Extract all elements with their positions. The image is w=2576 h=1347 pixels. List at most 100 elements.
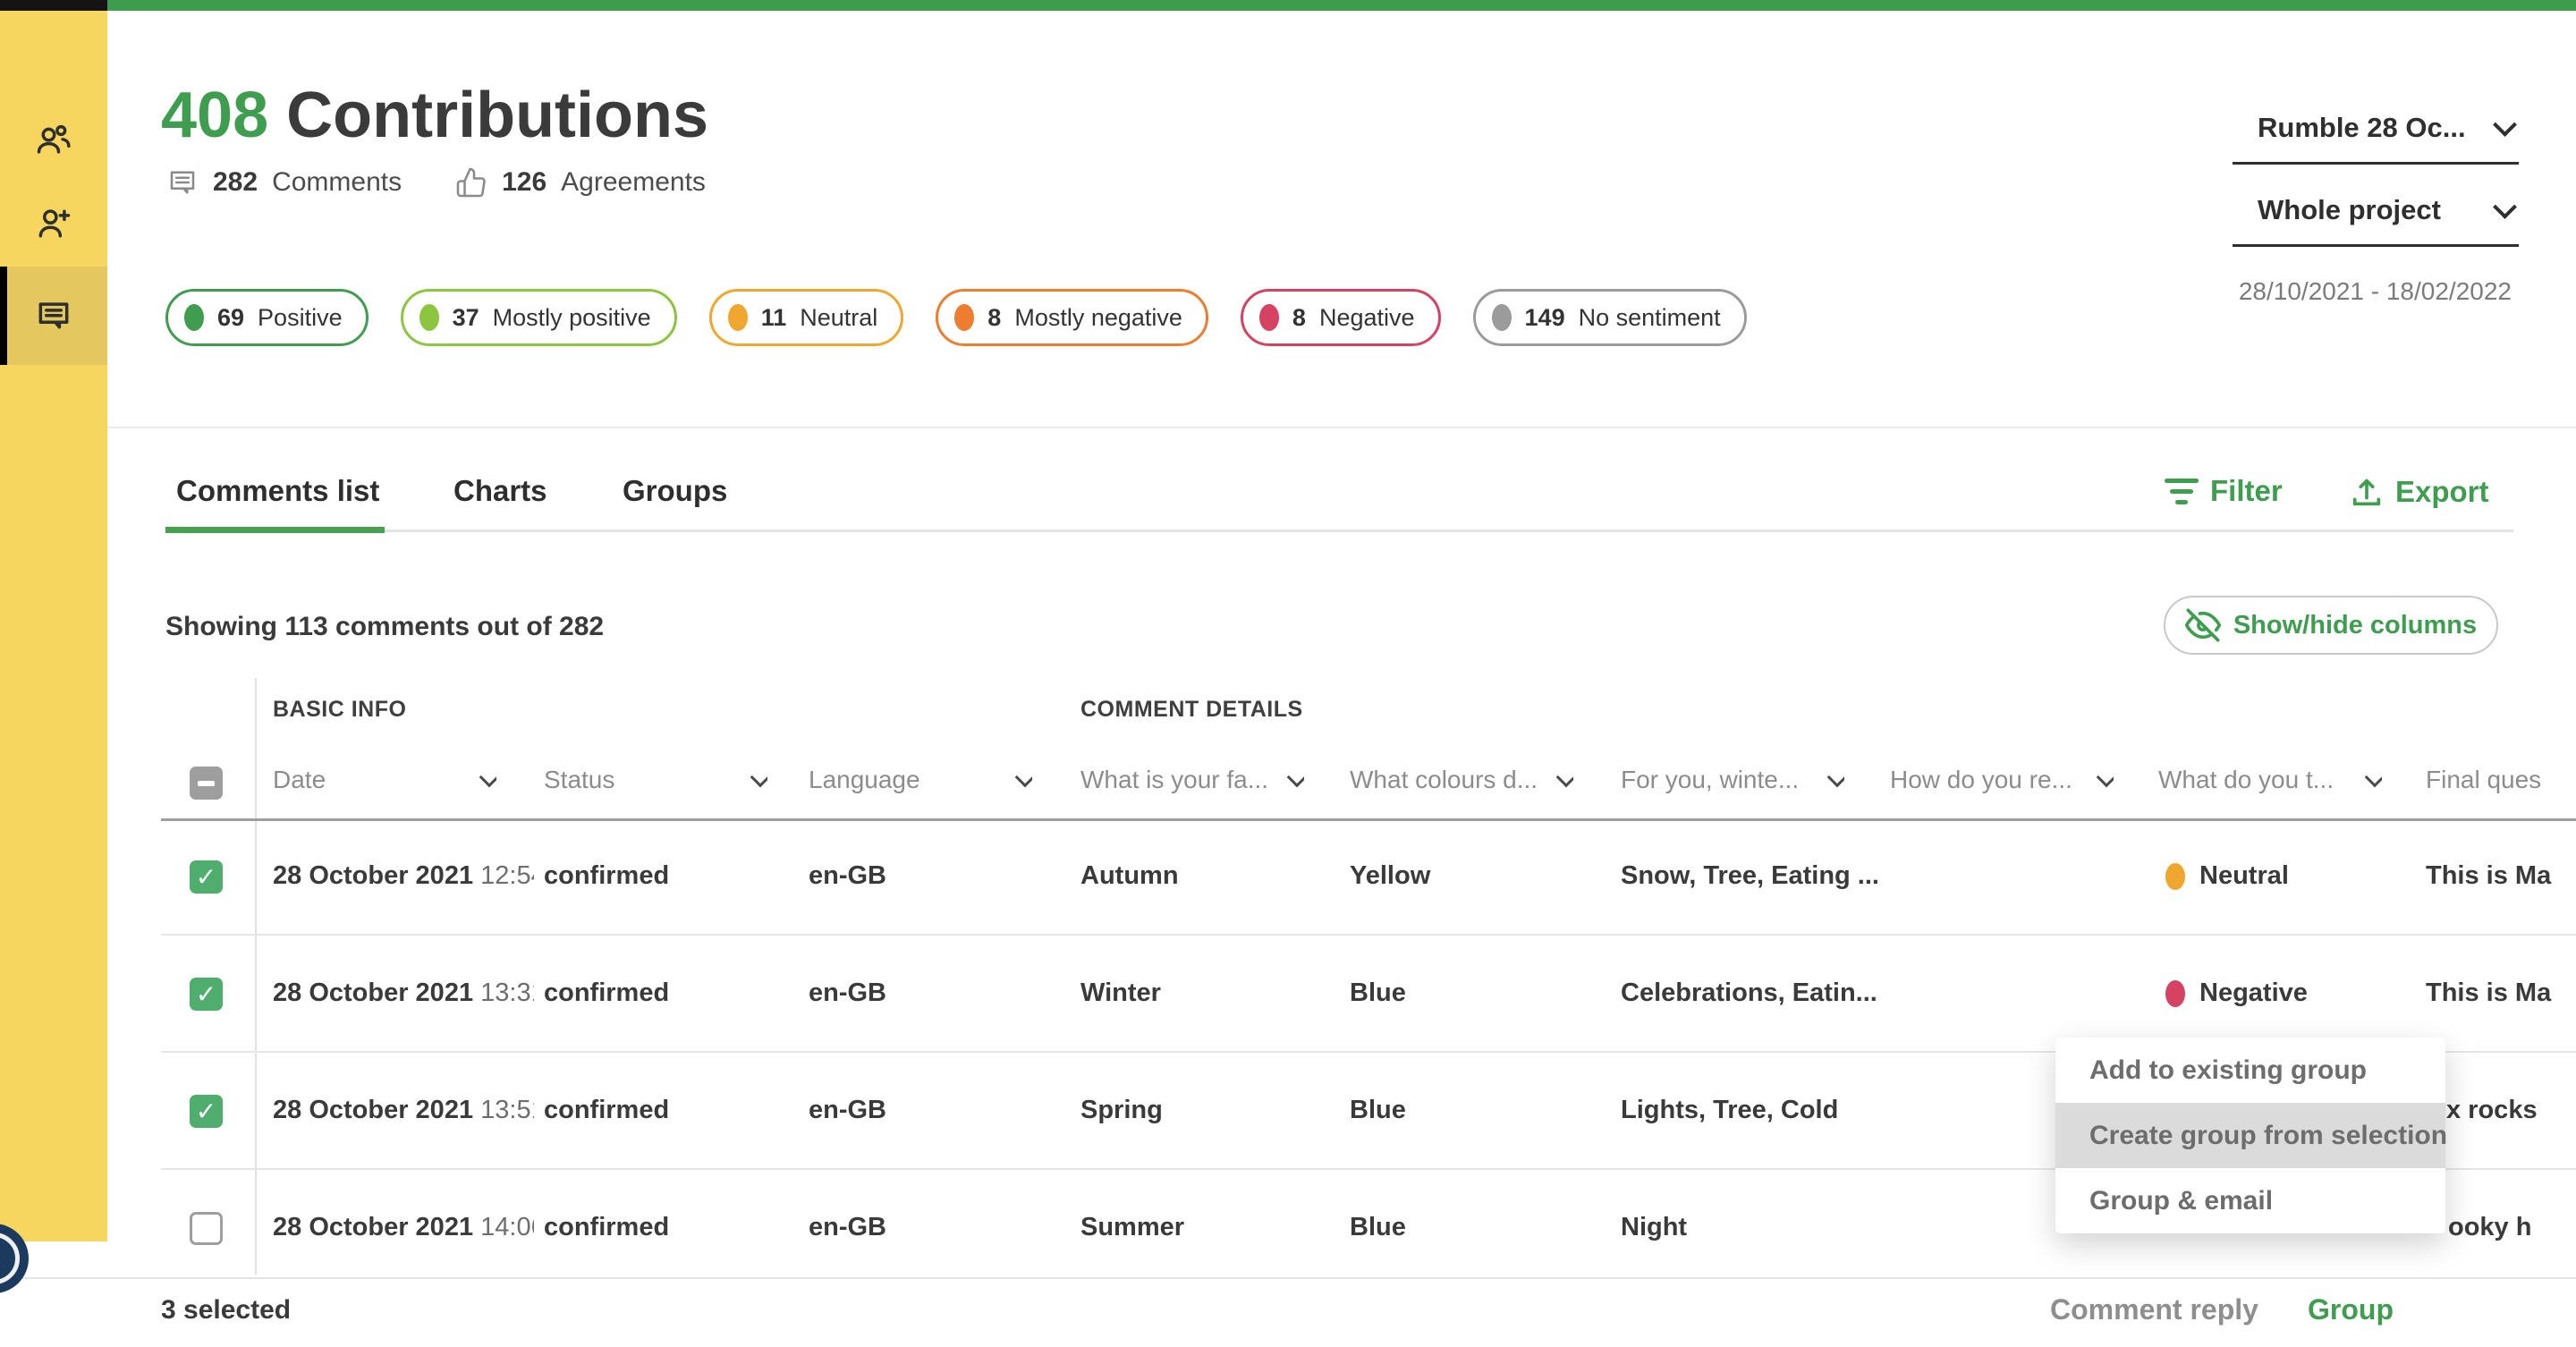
tab-groups[interactable]: Groups [623,474,727,508]
cell-final-question: x rocks [2446,1096,2576,1125]
cell-language: en-GB [809,1213,1066,1242]
cell-favourite-season: Summer [1080,1213,1338,1242]
chevron-down-icon [1827,767,1844,788]
row-checkbox[interactable] [190,1212,223,1245]
sidebar [0,11,107,1241]
export-button[interactable]: Export [2349,474,2489,510]
column-header-status[interactable]: Status [544,766,767,794]
cell-date: 28 October 2021 14:06:: [273,1213,534,1242]
sentiment-badges: 69 Positive 37 Mostly positive 11 Neutra… [165,289,1747,346]
cell-winter-things: Night [1621,1213,1878,1242]
header-stats: 282 Comments 126 Agreements [166,166,706,199]
row-checkbox[interactable]: ✓ [190,860,223,894]
thumbs-up-icon [455,166,487,199]
neutral-dot [728,304,748,331]
cell-sentiment: Negative [2165,978,2407,1008]
cell-final-question: ooky h [2448,1213,2576,1242]
contributions-count: 408 [161,79,268,152]
cell-favourite-season: Autumn [1080,861,1338,891]
topbar [107,0,2576,11]
positive-dot [184,304,204,331]
select-all-checkbox[interactable] [190,767,223,800]
comment-icon [166,166,199,199]
tab-comments-list[interactable]: Comments list [176,474,379,508]
eye-off-icon [2185,607,2221,643]
topbar-corner [0,0,107,11]
cell-date: 28 October 2021 13:51:: [273,1096,534,1125]
cell-colours: Blue [1350,1096,1607,1125]
cell-favourite-season: Winter [1080,978,1338,1008]
chat-icon [34,295,73,335]
tab-charts[interactable]: Charts [453,474,547,508]
sidebar-item-add-participant[interactable] [34,204,73,243]
cell-sentiment: Neutral [2165,861,2407,891]
row-checkbox[interactable]: ✓ [190,978,223,1011]
sentiment-dot [2165,863,2185,890]
column-divider [255,678,257,1275]
menu-item-create-group-from-selection[interactable]: Create group from selection [2055,1103,2445,1168]
cell-winter-things: Celebrations, Eatin... [1621,978,1878,1008]
cell-final-question: This is Ma [2426,978,2576,1008]
row-separator [161,934,2576,936]
header-divider [107,427,2576,428]
menu-item-add-to-existing-group[interactable]: Add to existing group [2055,1038,2445,1103]
badge-mostly-negative[interactable]: 8 Mostly negative [936,289,1208,346]
sidebar-item-comments[interactable] [34,295,73,335]
show-hide-columns-button[interactable]: Show/hide columns [2164,596,2498,655]
cell-colours: Blue [1350,1213,1607,1242]
chevron-down-icon [2493,113,2517,137]
cell-status: confirmed [544,978,801,1008]
selected-count: 3 selected [161,1295,291,1326]
cell-date: 28 October 2021 13:31:0 [273,978,534,1008]
project-selector[interactable]: Rumble 28 Oc... [2233,106,2519,165]
section-header-comment-details: COMMENT DETAILS [1080,697,1303,723]
scope-selector-value: Whole project [2258,194,2441,226]
sentiment-dot [2165,980,2185,1007]
cell-colours: Blue [1350,978,1607,1008]
check-icon: ✓ [196,865,216,890]
chevron-down-icon [1015,767,1032,788]
column-header-favourite-season[interactable]: What is your fa... [1080,766,1304,794]
page-title: 408 Contributions [161,79,708,152]
cell-winter-things: Lights, Tree, Cold [1621,1096,1878,1125]
chevron-down-icon [2493,195,2517,219]
column-header-winter[interactable]: For you, winte... [1621,766,1844,794]
scope-selector[interactable]: Whole project [2233,188,2519,247]
column-header-date[interactable]: Date [273,766,496,794]
chevron-down-icon [2097,767,2114,788]
comment-reply-button[interactable]: Comment reply [2050,1293,2258,1326]
chevron-down-icon [479,767,496,788]
cell-language: en-GB [809,1096,1066,1125]
sidebar-active-indicator [0,267,7,365]
row-checkbox[interactable]: ✓ [190,1095,223,1128]
agreements-count: 126 [502,167,547,198]
badge-neutral[interactable]: 11 Neutral [709,289,904,346]
column-header-what-do-you[interactable]: What do you t... [2158,766,2382,794]
chevron-down-icon [1556,767,1573,788]
badge-mostly-positive[interactable]: 37 Mostly positive [401,289,677,346]
agreements-stat: 126 Agreements [455,166,706,199]
sidebar-item-participants[interactable] [34,121,73,160]
column-header-colours[interactable]: What colours d... [1350,766,1573,794]
cell-winter-things: Snow, Tree, Eating ... [1621,861,1878,891]
cell-language: en-GB [809,978,1066,1008]
person-add-icon [34,204,73,243]
badge-no-sentiment[interactable]: 149 No sentiment [1473,289,1747,346]
users-icon [34,121,73,160]
badge-positive[interactable]: 69 Positive [165,289,369,346]
column-header-language[interactable]: Language [809,766,1032,794]
mostly-negative-dot [954,304,974,331]
table-header-border [161,818,2576,821]
group-button[interactable]: Group [2308,1293,2394,1326]
results-summary: Showing 113 comments out of 282 [165,612,604,642]
filter-button[interactable]: Filter [2164,474,2283,508]
contributions-label: Contributions [286,79,708,152]
column-header-final-question[interactable]: Final ques [2426,766,2576,794]
menu-item-group-and-email[interactable]: Group & email [2055,1168,2445,1233]
column-header-how-do-you[interactable]: How do you re... [1890,766,2114,794]
badge-negative[interactable]: 8 Negative [1241,289,1441,346]
no-sentiment-dot [1492,304,1512,331]
cell-favourite-season: Spring [1080,1096,1338,1125]
chevron-down-icon [2365,767,2382,788]
mostly-positive-dot [419,304,439,331]
